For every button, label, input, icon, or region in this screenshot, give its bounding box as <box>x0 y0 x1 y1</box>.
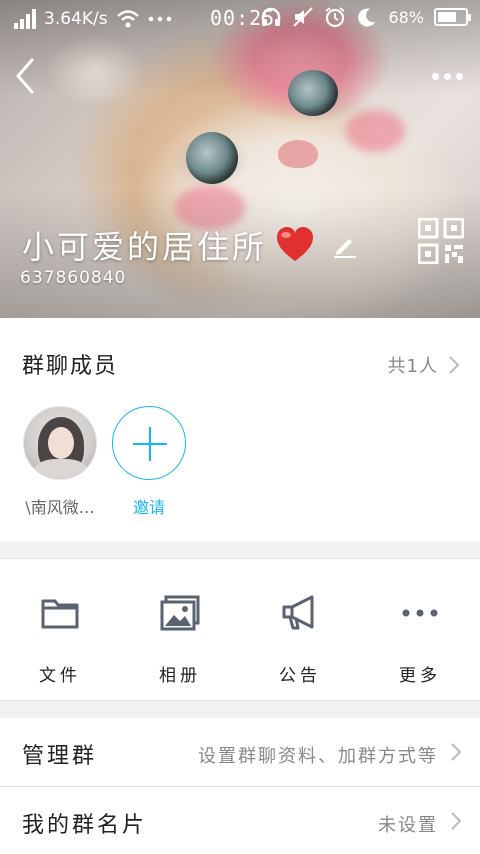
signal-icon <box>14 9 36 29</box>
function-label: 相册 <box>159 666 201 686</box>
wifi-icon <box>116 10 139 28</box>
my-group-card-value: 未设置 <box>378 815 438 836</box>
more-dots-icon <box>402 609 438 617</box>
back-button[interactable] <box>8 54 48 98</box>
mute-icon <box>293 7 314 27</box>
chevron-right-icon <box>451 743 462 761</box>
plus-icon <box>112 406 186 480</box>
net-speed: 3.64K/s <box>44 9 108 29</box>
function-label: 公告 <box>279 666 321 686</box>
my-group-card-row[interactable]: 我的群名片 未设置 <box>0 787 480 854</box>
members-title: 群聊成员 <box>22 354 119 379</box>
function-announcement[interactable]: 公告 <box>240 559 360 702</box>
battery-percent: 68% <box>388 7 424 27</box>
qr-code-icon[interactable] <box>418 218 464 264</box>
manage-group-row[interactable]: 管理群 设置群聊资料、加群方式等 <box>0 718 480 786</box>
function-label: 文件 <box>39 666 81 686</box>
function-album[interactable]: 相册 <box>120 559 240 702</box>
invite-label: 邀请 <box>132 498 165 517</box>
more-icon <box>431 72 439 80</box>
member-name: \南风微… <box>25 498 95 517</box>
edit-icon[interactable] <box>331 231 359 259</box>
chevron-right-icon <box>449 356 460 374</box>
member-item[interactable]: \南风微… <box>10 406 110 518</box>
function-files[interactable]: 文件 <box>0 559 120 702</box>
function-label: 更多 <box>399 666 441 686</box>
more-dots-icon <box>148 16 171 22</box>
members-section: 群聊成员 共1人 \南风微… 邀请 <box>0 318 480 541</box>
headphone-icon <box>262 7 281 26</box>
back-arrow-icon <box>16 58 34 94</box>
group-title-row: 小可爱的居住所 <box>22 222 359 268</box>
more-button[interactable] <box>426 62 468 90</box>
megaphone-icon <box>282 595 314 630</box>
night-mode-icon <box>358 8 376 27</box>
battery-icon <box>434 8 471 26</box>
status-bar: 3.64K/s 00:25 68% <box>0 0 480 38</box>
group-id: 637860840 <box>20 268 127 288</box>
group-name: 小可爱的居住所 <box>22 228 268 266</box>
manage-group-label: 管理群 <box>22 744 98 769</box>
photo-album-icon <box>160 595 200 631</box>
function-more[interactable]: 更多 <box>360 559 480 702</box>
members-count: 共1人 <box>387 356 438 377</box>
chevron-right-icon <box>451 812 462 830</box>
function-grid: 文件 相册 公告 更多 <box>0 558 480 701</box>
members-count-link[interactable]: 共1人 <box>388 352 460 378</box>
alarm-icon <box>325 7 346 28</box>
avatar <box>23 406 97 480</box>
folder-icon <box>41 599 79 629</box>
heart-icon <box>277 227 314 261</box>
battery-level <box>438 12 456 22</box>
manage-group-value: 设置群聊资料、加群方式等 <box>198 746 438 767</box>
my-group-card-label: 我的群名片 <box>22 813 148 838</box>
invite-button[interactable]: 邀请 <box>99 406 199 518</box>
